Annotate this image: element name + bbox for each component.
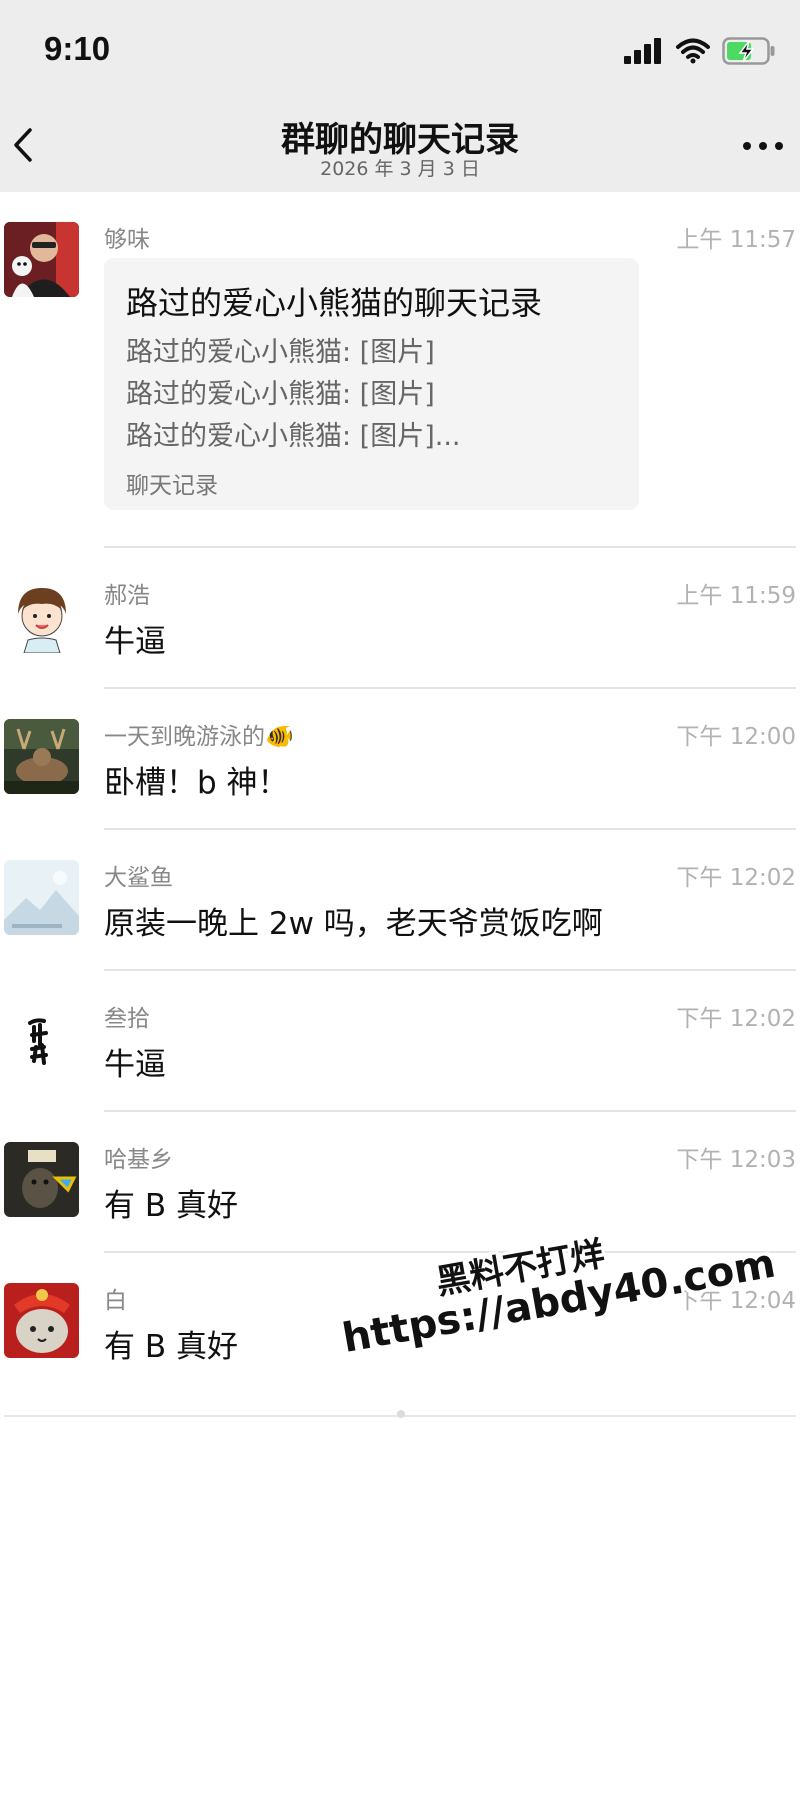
sender-name: 叁拾 [104, 1006, 150, 1032]
message-text: 有 B 真好 [104, 1188, 238, 1224]
avatar[interactable] [4, 1001, 79, 1076]
battery-charging-icon [722, 37, 775, 65]
avatar[interactable] [4, 1283, 79, 1358]
wifi-icon [676, 38, 710, 64]
message-time: 下午 12:03 [676, 1147, 796, 1173]
message-item: 哈基乡 下午 12:03 有 B 真好 [0, 1112, 800, 1253]
message-item: 一天到晚游泳的🐠 下午 12:00 卧槽！b 神！ [0, 689, 800, 830]
sender-name: 够味 [104, 227, 150, 253]
message-text: 原装一晚上 2w 吗，老天爷赏饭吃啊 [104, 906, 603, 942]
sender-name: 一天到晚游泳的🐠 [104, 724, 294, 750]
avatar[interactable] [4, 578, 79, 653]
message-time: 上午 11:59 [676, 583, 796, 609]
avatar[interactable] [4, 719, 79, 794]
sender-name: 哈基乡 [104, 1147, 173, 1173]
avatar-image [4, 860, 79, 935]
message-item: 够味 上午 11:57 路过的爱心小熊猫的聊天记录 路过的爱心小熊猫: [图片]… [0, 192, 800, 548]
nav-bar: 群聊的聊天记录 2026 年 3 月 3 日 [0, 100, 800, 192]
message-item: 叁拾 下午 12:02 牛逼 [0, 971, 800, 1112]
avatar[interactable] [4, 1142, 79, 1217]
more-button[interactable] [740, 134, 786, 158]
signal-icon [624, 38, 661, 64]
message-time: 下午 12:04 [676, 1288, 796, 1314]
avatar-image [4, 222, 79, 297]
avatar[interactable] [4, 222, 79, 297]
page-subtitle-date: 2026 年 3 月 3 日 [320, 158, 480, 180]
status-icons [624, 36, 776, 66]
message-item: 大鲨鱼 下午 12:02 原装一晚上 2w 吗，老天爷赏饭吃啊 [0, 830, 800, 971]
sender-name: 白 [104, 1288, 127, 1314]
sender-name: 郝浩 [104, 583, 150, 609]
avatar-image [4, 1283, 79, 1358]
avatar-image [4, 1001, 79, 1076]
chat-record-line: 路过的爱心小熊猫: [图片] [126, 337, 435, 368]
status-time: 9:10 [44, 30, 111, 67]
avatar-image [4, 578, 79, 653]
status-bar: 9:10 [0, 0, 800, 100]
message-text: 卧槽！b 神！ [104, 765, 289, 801]
message-item: 白 下午 12:04 有 B 真好 [0, 1253, 800, 1394]
avatar-image [4, 1142, 79, 1217]
chat-record-line: 路过的爱心小熊猫: [图片]... [126, 421, 461, 452]
message-text: 牛逼 [104, 624, 166, 660]
avatar[interactable] [4, 860, 79, 935]
message-time: 下午 12:02 [676, 865, 796, 891]
message-text: 牛逼 [104, 1047, 166, 1083]
chat-record-line: 路过的爱心小熊猫: [图片] [126, 379, 435, 410]
avatar-image [4, 719, 79, 794]
sender-name: 大鲨鱼 [104, 865, 173, 891]
message-time: 下午 12:02 [676, 1006, 796, 1032]
end-dot [397, 1410, 405, 1418]
more-dots-icon [743, 142, 783, 150]
message-item: 郝浩 上午 11:59 牛逼 [0, 548, 800, 689]
message-time: 上午 11:57 [676, 227, 796, 253]
message-time: 下午 12:00 [676, 724, 796, 750]
chat-record-title: 路过的爱心小熊猫的聊天记录 [126, 284, 543, 322]
message-text: 有 B 真好 [104, 1329, 238, 1365]
chat-record-footer: 聊天记录 [126, 473, 218, 499]
chat-record-card[interactable]: 路过的爱心小熊猫的聊天记录 路过的爱心小熊猫: [图片] 路过的爱心小熊猫: [… [104, 258, 639, 510]
